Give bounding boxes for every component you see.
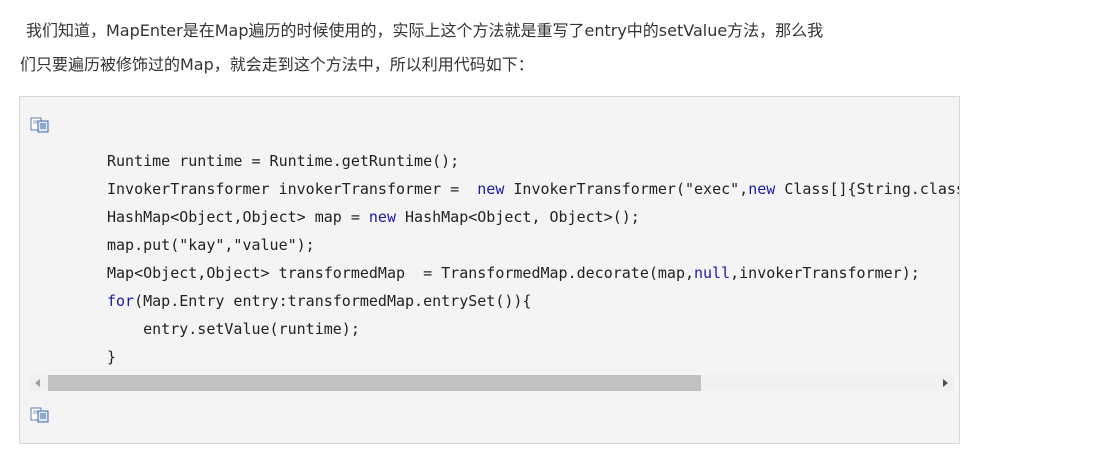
code-line: } xyxy=(107,348,117,366)
code-line: HashMap<Object,Object> map = new HashMap… xyxy=(107,208,640,226)
code-line: map.put("kay","value"); xyxy=(107,236,315,254)
code-block: Runtime runtime = Runtime.getRuntime(); … xyxy=(19,96,960,444)
paragraph-line-1: 我们知道，MapEnter是在Map遍历的时候使用的，实际上这个方法就是重写了e… xyxy=(26,21,824,40)
scrollbar-thumb[interactable] xyxy=(48,375,701,391)
code-line: entry.setValue(runtime); xyxy=(107,320,360,338)
copy-icon[interactable] xyxy=(30,117,50,133)
horizontal-scrollbar[interactable] xyxy=(30,375,953,391)
copy-icon[interactable] xyxy=(30,407,50,423)
arrow-left-icon[interactable] xyxy=(30,375,46,391)
arrow-right-icon[interactable] xyxy=(937,375,953,391)
code-line: Runtime runtime = Runtime.getRuntime(); xyxy=(107,152,460,170)
code-content[interactable]: Runtime runtime = Runtime.getRuntime(); … xyxy=(20,147,959,371)
code-line: for(Map.Entry entry:transformedMap.entry… xyxy=(107,292,532,310)
article-paragraph: 我们知道，MapEnter是在Map遍历的时候使用的，实际上这个方法就是重写了e… xyxy=(20,14,965,82)
code-line: Map<Object,Object> transformedMap = Tran… xyxy=(107,264,920,282)
code-line: InvokerTransformer invokerTransformer = … xyxy=(107,180,959,198)
paragraph-line-2: 们只要遍历被修饰过的Map，就会走到这个方法中，所以利用代码如下： xyxy=(20,55,534,74)
